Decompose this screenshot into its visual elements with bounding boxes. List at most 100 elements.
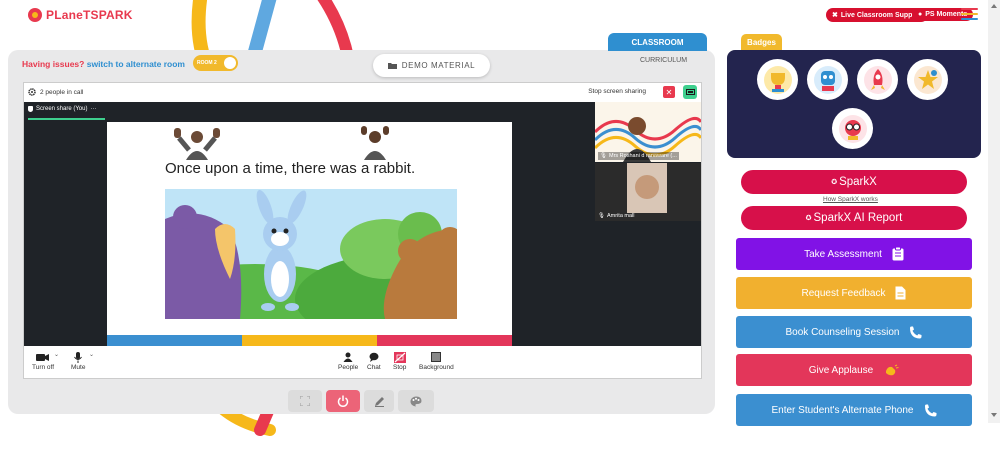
request-feedback-button[interactable]: Request Feedback — [736, 277, 972, 309]
planetspark-logo: PLaneTSPARK — [28, 8, 133, 22]
take-assessment-button[interactable]: Take Assessment — [736, 238, 972, 270]
call-controls-bar: Turn off ⌄ Mute ⌄ People Chat Stop Backg… — [24, 346, 701, 378]
background-button[interactable]: Background — [419, 351, 454, 371]
participant-tile-student[interactable]: 🎙 Amrita mall — [595, 163, 701, 221]
video-camera-icon — [36, 353, 50, 361]
give-applause-button[interactable]: Give Applause — [736, 354, 972, 386]
people-button[interactable]: People — [338, 351, 358, 371]
power-icon — [337, 395, 349, 407]
mic-icon: 🎙 — [598, 213, 605, 219]
room-toggle[interactable]: ROOM 2 — [193, 55, 238, 71]
enter-alternate-phone-button[interactable]: Enter Student's Alternate Phone — [736, 394, 972, 426]
sparkx-icon: ✪ — [831, 179, 838, 186]
how-sparkx-works-link[interactable]: How SparkX works — [823, 196, 878, 203]
scroll-down-icon[interactable] — [991, 413, 997, 417]
toggle-knob — [224, 57, 236, 69]
story-scene-illustration — [165, 189, 457, 319]
tab-curriculum[interactable]: CURRICULUM — [640, 57, 687, 64]
chat-button[interactable]: Chat — [367, 351, 381, 371]
call-top-bar: 2 people in call Stop screen sharing ✕ — [24, 83, 701, 101]
video-call-window: 2 people in call Stop screen sharing ✕ S… — [23, 82, 702, 379]
microphone-icon — [74, 351, 83, 363]
pen-tool-button[interactable] — [364, 390, 394, 412]
clap-icon — [886, 364, 899, 376]
background-icon — [431, 352, 442, 362]
star-badge-icon[interactable] — [907, 59, 948, 100]
participant-name-text: Mrs Roshani d ranaware (... — [608, 153, 677, 159]
turn-off-label: Turn off — [32, 364, 55, 371]
palette-button[interactable] — [398, 390, 434, 412]
fullscreen-button[interactable] — [288, 390, 322, 412]
camera-toggle-button[interactable]: Turn off — [32, 351, 54, 371]
mic-icon: 🎙 — [600, 153, 607, 159]
alternate-phone-label: Enter Student's Alternate Phone — [771, 404, 914, 416]
room-toggle-label: ROOM 2 — [197, 60, 217, 66]
support-icon: ✖ — [832, 12, 838, 19]
stop-screen-sharing-label: Stop screen sharing — [588, 88, 646, 95]
slide-story-text: Once upon a time, there was a rabbit. — [165, 160, 416, 177]
participant-name-student: 🎙 Amrita mall — [598, 213, 635, 219]
sign-language-person-illustration — [174, 128, 220, 160]
logo-text: PLaneTSPARK — [46, 8, 133, 22]
background-label: Background — [419, 364, 454, 371]
tab-classroom[interactable]: CLASSROOM — [608, 33, 707, 51]
chat-label: Chat — [367, 364, 381, 371]
sparkx-ai-report-button[interactable]: ✪ SparkX AI Report — [741, 206, 967, 230]
mute-label: Mute — [71, 364, 86, 371]
stop-sharing-close-icon[interactable]: ✕ — [663, 86, 675, 98]
expand-icon — [300, 396, 310, 406]
mute-button[interactable]: Mute — [71, 351, 85, 371]
stop-share-button[interactable]: Stop — [393, 351, 406, 371]
issues-text: Having issues? — [22, 59, 85, 69]
folder-icon — [387, 63, 397, 69]
stop-label: Stop — [393, 364, 407, 371]
rocket-badge-icon[interactable] — [857, 59, 898, 100]
sparkx-report-label-text: SparkX AI Report — [813, 212, 903, 224]
tab-classroom-label: CLASSROOM — [631, 37, 684, 47]
share-screen-icon[interactable] — [683, 85, 697, 99]
demo-material-button[interactable]: DEMO MATERIAL — [373, 54, 490, 77]
slide-color-strip — [107, 335, 512, 346]
badges-tab-label: Badges — [747, 37, 776, 47]
sparkx-report-label: ✪ SparkX AI Report — [806, 212, 903, 224]
page-scrollbar[interactable] — [988, 0, 1000, 423]
alternate-room-link[interactable]: switch to alternate room — [87, 59, 185, 69]
participant-tile-teacher[interactable]: 🎙 Mrs Roshani d ranaware (... — [595, 102, 701, 162]
camera-icon: ● — [918, 11, 923, 18]
glasses-badge-icon[interactable] — [832, 108, 873, 149]
document-icon — [895, 286, 906, 300]
participant-name-teacher: 🎙 Mrs Roshani d ranaware (... — [598, 152, 679, 160]
pencil-icon — [374, 396, 384, 407]
more-options-icon[interactable]: ··· — [90, 106, 96, 112]
live-support-label: Live Classroom Support — [840, 11, 922, 19]
give-applause-label: Give Applause — [808, 364, 874, 376]
take-assessment-label: Take Assessment — [804, 248, 882, 260]
planet-icon — [28, 8, 42, 22]
active-share-indicator — [28, 118, 105, 120]
screen-share-stage: Screen share (You) ··· Once upon a time,… — [24, 102, 701, 346]
book-counseling-session-button[interactable]: Book Counseling Session — [736, 316, 972, 348]
people-icon — [343, 352, 353, 362]
participant-name-text: Amrita mall — [606, 213, 635, 219]
end-class-button[interactable] — [326, 390, 360, 412]
sign-language-person-illustration-2 — [361, 126, 389, 160]
screen-share-label-text: Screen share (You) — [36, 106, 88, 112]
clipboard-icon — [892, 247, 904, 261]
chevron-down-icon[interactable]: ⌄ — [54, 351, 59, 358]
mascot-badge-icon[interactable] — [807, 59, 848, 100]
alternate-room-notice: Having issues? switch to alternate room — [22, 59, 185, 69]
trophy-badge-icon[interactable] — [757, 59, 798, 100]
sparkx-label: ✪ SparkX — [831, 176, 877, 188]
sparkx-button[interactable]: ✪ SparkX — [741, 170, 967, 194]
sparkx-icon: ✪ — [805, 215, 812, 222]
shield-icon — [28, 106, 33, 112]
shared-slide: Once upon a time, there was a rabbit. — [107, 122, 512, 346]
phone-icon — [910, 326, 922, 338]
tab-badges[interactable]: Badges — [741, 34, 782, 50]
chevron-down-icon[interactable]: ⌄ — [89, 351, 94, 358]
hamburger-menu-icon[interactable] — [961, 8, 978, 23]
gear-icon[interactable] — [28, 88, 36, 96]
scroll-up-icon[interactable] — [991, 4, 997, 8]
book-counseling-label: Book Counseling Session — [785, 326, 900, 338]
screen-share-label: Screen share (You) ··· — [28, 106, 96, 112]
